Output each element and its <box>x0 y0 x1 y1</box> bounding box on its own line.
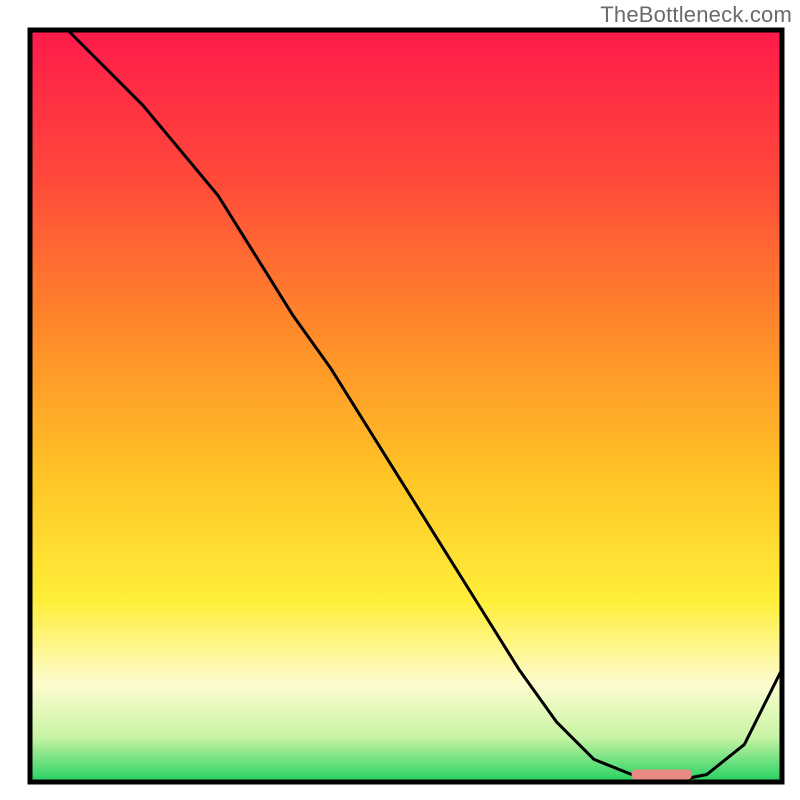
bottleneck-chart <box>0 0 800 800</box>
trough-marker <box>632 770 692 780</box>
chart-container: TheBottleneck.com <box>0 0 800 800</box>
watermark-text: TheBottleneck.com <box>600 2 792 28</box>
plot-area <box>30 30 782 782</box>
gradient-background <box>30 30 782 782</box>
